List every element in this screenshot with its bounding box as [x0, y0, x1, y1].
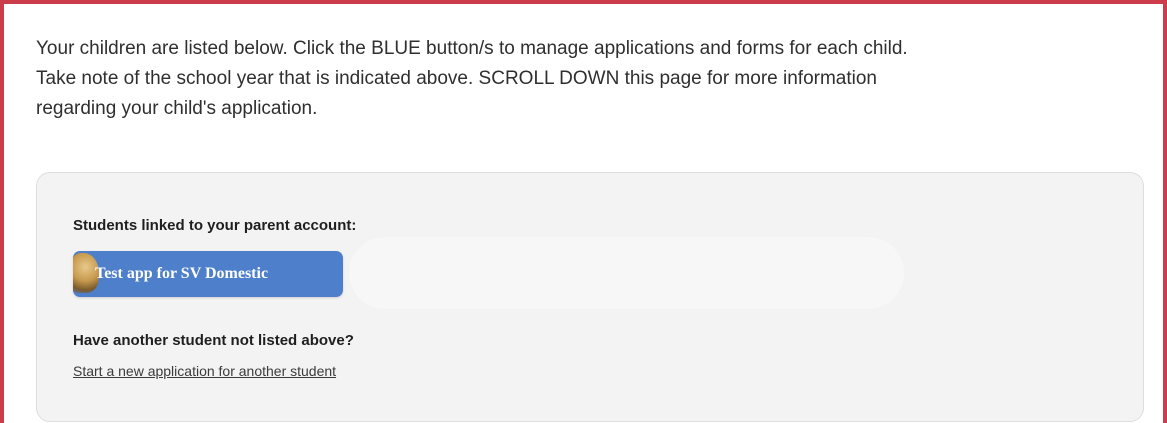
- intro-line-3: regarding your child's application.: [36, 98, 318, 119]
- linked-students-heading: Students linked to your parent account:: [73, 217, 357, 234]
- blank-placeholder: [349, 237, 904, 309]
- intro-line-1: Your children are listed below. Click th…: [36, 38, 908, 59]
- page-frame: Your children are listed below. Click th…: [0, 0, 1167, 423]
- students-panel: Students linked to your parent account: …: [36, 172, 1144, 422]
- student-button-label: Test app for SV Domestic: [95, 265, 269, 282]
- student-button[interactable]: Test app for SV Domestic: [73, 251, 343, 297]
- intro-line-2: Take note of the school year that is ind…: [36, 68, 877, 89]
- new-application-link[interactable]: Start a new application for another stud…: [73, 363, 336, 379]
- intro-text: Your children are listed below. Click th…: [36, 34, 1126, 124]
- another-student-heading: Have another student not listed above?: [73, 332, 354, 349]
